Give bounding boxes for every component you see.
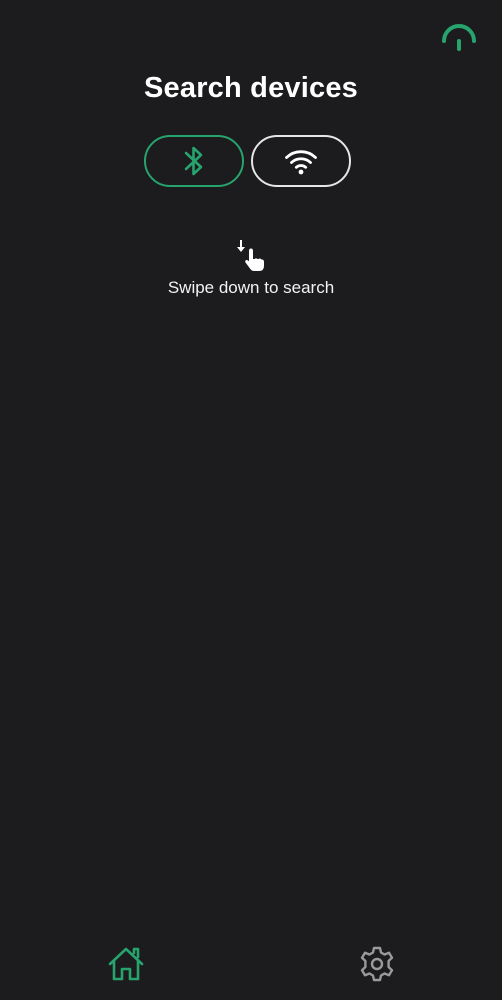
swipe-down-hand-icon (237, 240, 264, 271)
bluetooth-icon (184, 146, 203, 176)
bottom-navigation (0, 930, 502, 1000)
gear-icon (360, 946, 394, 982)
nav-settings-button[interactable] (355, 942, 399, 986)
nav-home-button[interactable] (104, 942, 148, 986)
wifi-toggle-button[interactable] (251, 135, 351, 187)
bluetooth-toggle-button[interactable] (144, 135, 244, 187)
swipe-hint-text: Swipe down to search (167, 278, 335, 297)
wifi-icon (285, 150, 317, 175)
search-devices-screen: Search devices Swipe down to search (0, 0, 502, 1000)
page-title: Search devices (144, 72, 358, 104)
home-icon (108, 947, 144, 981)
connection-type-toggle (144, 135, 354, 191)
antenna-button[interactable] (439, 20, 479, 52)
empty-state: Swipe down to search (0, 238, 502, 298)
antenna-icon (442, 24, 476, 51)
